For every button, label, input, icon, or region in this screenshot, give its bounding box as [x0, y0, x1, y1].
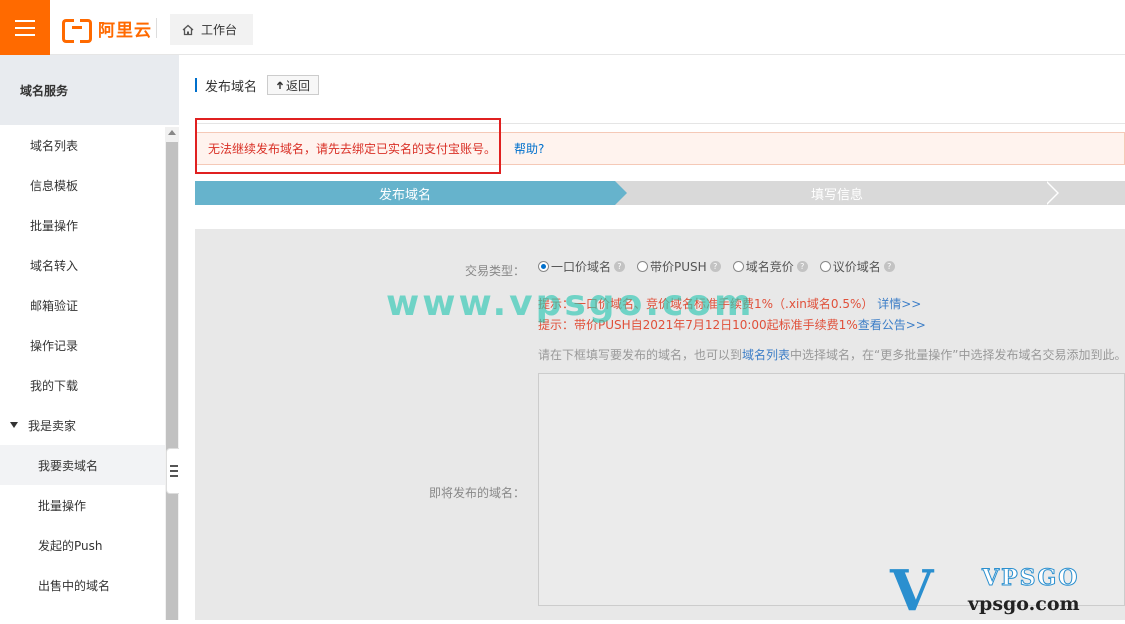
- sidebar-item-info-template[interactable]: 信息模板: [0, 165, 165, 205]
- publish-form: 交易类型： 一口价域名 ? 带价PUSH ? 域名竞价 ? 议价域名 ? 提示：…: [195, 229, 1125, 620]
- domain-input-hint: 请在下框填写要发布的域名，也可以到域名列表中选择域名，在“更多批量操作”中选择发…: [538, 346, 1125, 363]
- radio-unchecked-icon: [732, 261, 744, 272]
- sidebar-group-seller[interactable]: 我是卖家: [0, 405, 165, 445]
- hint-text: 请在下框填写要发布的域名，也可以到: [538, 348, 743, 362]
- sidebar-item-seller-batch-ops[interactable]: 批量操作: [0, 485, 165, 525]
- back-button[interactable]: 返回: [267, 75, 320, 95]
- announcement-link[interactable]: 查看公告>>: [858, 318, 926, 332]
- domains-label: 即将发布的域名：: [428, 486, 525, 500]
- main-content: 发布域名 返回 无法继续发布域名，请先去绑定已实名的支付宝账号。 帮助? 发布域…: [179, 55, 1125, 620]
- sidebar-item-domain-transfer[interactable]: 域名转入: [0, 245, 165, 285]
- sidebar-item-label: 我的下载: [30, 378, 79, 393]
- step-publish-domain: 发布域名: [195, 181, 615, 205]
- sidebar-item-domain-list[interactable]: 域名列表: [0, 125, 165, 165]
- radio-unchecked-icon: [637, 261, 649, 272]
- radio-fixed-price[interactable]: 一口价域名 ?: [538, 258, 629, 275]
- push-fee-tip-text: 提示：带价PUSH自2021年7月12日10:00起标准手续费1%: [538, 318, 858, 332]
- fee-tip: 提示：一口价域名、竞价域名标准手续费1%（.xin域名0.5%） 详情>>: [538, 295, 921, 312]
- sidebar-item-label: 发起的Push: [38, 538, 103, 553]
- step-chevron: [1045, 181, 1059, 205]
- back-arrow-icon: [276, 81, 284, 89]
- help-question-icon[interactable]: ?: [796, 261, 808, 272]
- help-question-icon[interactable]: ?: [614, 261, 626, 272]
- radio-price-push[interactable]: 带价PUSH ?: [637, 258, 725, 275]
- radio-negotiable[interactable]: 议价域名 ?: [819, 258, 899, 275]
- sidebar-item-label: 操作记录: [30, 338, 79, 353]
- hint-text: 中选择域名，在“更多批量操作”中选择发布域名交易添加到此。: [790, 348, 1125, 362]
- sidebar-item-label: 批量操作: [38, 498, 87, 513]
- top-bar: 阿里云 工作台: [0, 0, 1125, 55]
- alert-message: 无法继续发布域名，请先去绑定已实名的支付宝账号。: [208, 142, 497, 156]
- logo-text: 阿里云: [98, 20, 152, 41]
- sidebar-item-sell-domain[interactable]: 我要卖域名: [0, 445, 165, 485]
- radio-checked-icon: [538, 261, 549, 272]
- radio-label: 议价域名: [832, 260, 881, 274]
- radio-auction[interactable]: 域名竞价 ?: [732, 258, 812, 275]
- sidebar-item-label: 我要卖域名: [38, 458, 99, 473]
- sidebar-item-label: 域名列表: [30, 138, 79, 153]
- trade-type-label: 交易类型：: [464, 264, 525, 278]
- sidebar-item-email-verify[interactable]: 邮箱验证: [0, 285, 165, 325]
- help-link[interactable]: 帮助?: [514, 140, 544, 157]
- sidebar-item-label: 邮箱验证: [30, 298, 79, 313]
- title-accent-bar: [195, 78, 197, 92]
- aliyun-logo-icon: [62, 19, 92, 43]
- help-question-icon[interactable]: ?: [883, 261, 895, 272]
- sidebar-item-my-downloads[interactable]: 我的下载: [0, 365, 165, 405]
- progress-steps: 发布域名 填写信息: [195, 181, 1125, 205]
- header-divider: [156, 18, 157, 38]
- help-question-icon[interactable]: ?: [709, 261, 721, 272]
- sidebar-item-label: 信息模板: [30, 178, 79, 193]
- divider: [195, 123, 1125, 124]
- sidebar-item-operation-log[interactable]: 操作记录: [0, 325, 165, 365]
- workbench-button[interactable]: 工作台: [170, 14, 253, 45]
- sidebar-scrollbar-thumb[interactable]: [166, 142, 178, 620]
- step-fill-info: 填写信息: [810, 187, 863, 203]
- sidebar: 域名服务 域名列表 信息模板 批量操作 域名转入 邮箱验证 操作记录 我的下载 …: [0, 55, 180, 620]
- sidebar-collapse-icon[interactable]: [166, 448, 180, 494]
- radio-unchecked-icon: [819, 261, 831, 272]
- radio-label: 带价PUSH: [650, 260, 707, 274]
- hamburger-menu-icon[interactable]: [0, 0, 50, 55]
- back-label: 返回: [286, 78, 311, 93]
- radio-label: 一口价域名: [551, 260, 612, 274]
- step-arrow: [615, 181, 627, 205]
- caret-down-icon: [10, 422, 18, 428]
- page-title: 发布域名: [205, 79, 258, 95]
- radio-label: 域名竞价: [745, 260, 794, 274]
- trade-type-radio-group: 一口价域名 ? 带价PUSH ? 域名竞价 ? 议价域名 ?: [538, 258, 907, 275]
- sidebar-title: 域名服务: [0, 55, 179, 125]
- page-header: 发布域名 返回: [195, 75, 320, 95]
- scroll-up-arrow-icon[interactable]: [168, 130, 176, 135]
- push-fee-tip: 提示：带价PUSH自2021年7月12日10:00起标准手续费1%查看公告>>: [538, 316, 926, 333]
- sidebar-menu: 域名列表 信息模板 批量操作 域名转入 邮箱验证 操作记录 我的下载 我是卖家 …: [0, 125, 165, 605]
- sidebar-item-initiated-push[interactable]: 发起的Push: [0, 525, 165, 565]
- details-link[interactable]: 详情>>: [877, 297, 921, 311]
- sidebar-item-label: 批量操作: [30, 218, 79, 233]
- sidebar-item-label: 出售中的域名: [38, 578, 111, 593]
- sidebar-item-label: 域名转入: [30, 258, 79, 273]
- workbench-label: 工作台: [201, 23, 238, 37]
- aliyun-logo[interactable]: 阿里云: [62, 16, 152, 43]
- fee-tip-text: 提示：一口价域名、竞价域名标准手续费1%（.xin域名0.5%）: [538, 297, 874, 311]
- error-alert: 无法继续发布域名，请先去绑定已实名的支付宝账号。 帮助?: [195, 132, 1125, 165]
- domain-list-link[interactable]: 域名列表: [742, 348, 790, 362]
- sidebar-item-domains-on-sale[interactable]: 出售中的域名: [0, 565, 165, 605]
- domains-textarea[interactable]: [538, 373, 1125, 606]
- home-icon: [182, 24, 194, 35]
- sidebar-group-label: 我是卖家: [28, 418, 77, 433]
- sidebar-item-batch-ops[interactable]: 批量操作: [0, 205, 165, 245]
